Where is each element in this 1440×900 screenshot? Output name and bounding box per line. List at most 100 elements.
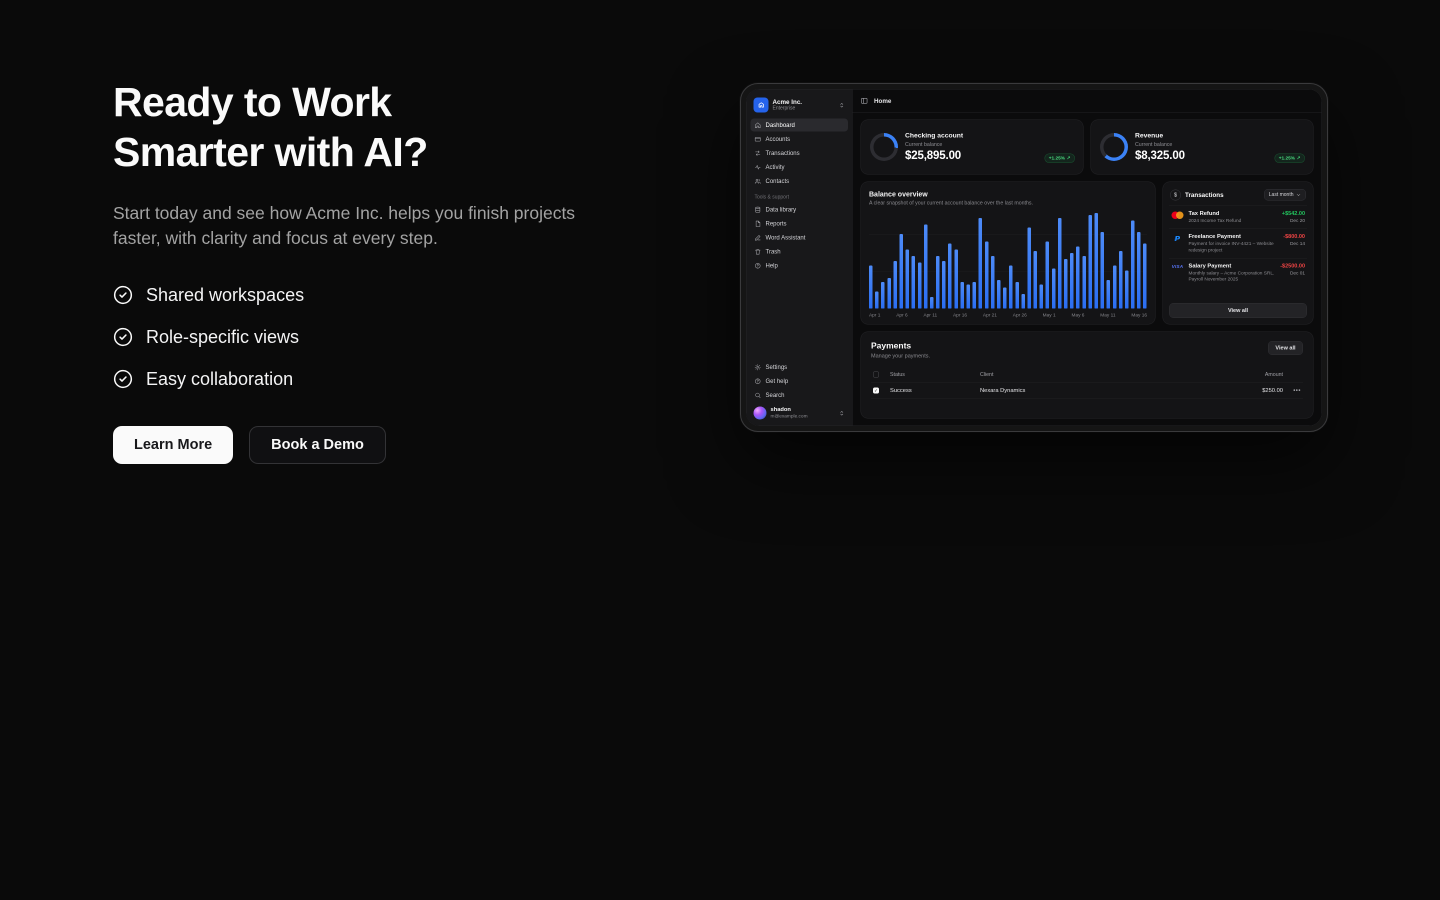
gear-icon xyxy=(755,364,762,371)
payments-title: Payments xyxy=(871,341,930,351)
user-menu[interactable]: shadon m@example.com xyxy=(751,403,849,421)
sidebar-item-accounts[interactable]: Accounts xyxy=(751,133,849,146)
payments-view-all-button[interactable]: View all xyxy=(1268,341,1303,355)
org-switcher[interactable]: Acme Inc. Enterprise xyxy=(751,95,849,119)
column-header-amount: Amount xyxy=(1228,372,1283,378)
payment-client: Nexara Dynamics xyxy=(980,388,1228,394)
card-title: Checking account xyxy=(905,132,963,140)
users-icon xyxy=(755,178,762,185)
chart-bar xyxy=(881,282,885,309)
transaction-row[interactable]: P Freelance Payment-$800.00 Payment for … xyxy=(1169,229,1307,258)
chart-bar xyxy=(1076,246,1080,308)
sidebar-item-label: Help xyxy=(766,262,778,269)
chart-bar xyxy=(1119,251,1123,308)
chart-bar xyxy=(1082,256,1086,309)
sidebar-item-dashboard[interactable]: Dashboard xyxy=(751,119,849,132)
chart-bar xyxy=(1101,232,1105,308)
chart-bar xyxy=(1015,282,1019,309)
sidebar-item-settings[interactable]: Settings xyxy=(751,361,849,374)
sidebar: Acme Inc. Enterprise Dashboard Accounts … xyxy=(747,90,853,426)
x-tick-label: Apr 11 xyxy=(923,313,937,319)
chart-bar xyxy=(960,282,964,309)
chart-bar xyxy=(979,218,983,309)
acme-logo-icon xyxy=(757,101,765,109)
trend-up-icon: ↗ xyxy=(1067,156,1071,162)
chart-bar xyxy=(893,261,897,309)
payment-amount: $250.00 xyxy=(1228,388,1283,394)
transaction-title: Salary Payment xyxy=(1189,263,1232,269)
sidebar-item-label: Reports xyxy=(766,220,787,227)
avatar xyxy=(754,407,767,420)
book-demo-button[interactable]: Book a Demo xyxy=(249,426,386,464)
sidebar-item-activity[interactable]: Activity xyxy=(751,161,849,174)
row-actions-menu[interactable]: ••• xyxy=(1283,387,1301,394)
chart-bar xyxy=(887,278,891,309)
chart-bar xyxy=(906,249,910,308)
sidebar-item-help[interactable]: Help xyxy=(751,259,849,272)
transaction-row[interactable]: VISA Salary Payment-$2500.00 Monthly sal… xyxy=(1169,258,1307,287)
chart-bar xyxy=(973,282,977,309)
sidebar-item-label: Trash xyxy=(766,248,781,255)
sidebar-toggle-icon[interactable] xyxy=(861,97,869,105)
chart-bar xyxy=(918,263,922,309)
transactions-view-all-button[interactable]: View all xyxy=(1169,303,1307,318)
sidebar-item-label: Contacts xyxy=(766,178,790,185)
sidebar-item-label: Settings xyxy=(766,364,788,371)
learn-more-button[interactable]: Learn More xyxy=(113,426,233,464)
payment-status: Success xyxy=(890,388,980,394)
x-tick-label: Apr 1 xyxy=(869,313,880,319)
sidebar-item-label: Word Assistant xyxy=(766,234,806,241)
x-tick-label: Apr 6 xyxy=(896,313,907,319)
trend-badge: +1.25%↗ xyxy=(1044,154,1075,164)
sidebar-item-trash[interactable]: Trash xyxy=(751,245,849,258)
row-checkbox[interactable]: ✓ xyxy=(873,388,879,394)
card-amount: $8,325.00 xyxy=(1135,148,1185,162)
chart-bar xyxy=(1070,253,1074,308)
transactions-icon: $ xyxy=(1170,189,1181,200)
checking-account-card: Checking account Current balance $25,895… xyxy=(861,120,1084,175)
feature-item-role-specific-views: Role-specific views xyxy=(113,327,653,348)
payment-row: ✓ Success Nexara Dynamics $250.00 ••• xyxy=(871,383,1303,400)
chart-bar xyxy=(1143,244,1147,309)
sidebar-spacer xyxy=(751,273,849,361)
x-tick-label: May 11 xyxy=(1100,313,1115,319)
question-circle-icon xyxy=(755,378,762,385)
hero-section: Ready to WorkSmarter with AI? Start toda… xyxy=(113,78,653,464)
column-header-status: Status xyxy=(890,372,980,378)
transaction-desc: 2024 Income Tax Refund xyxy=(1189,218,1242,224)
transaction-row[interactable]: Tax Refund+$542.00 2024 Income Tax Refun… xyxy=(1169,206,1307,229)
cta-row: Learn More Book a Demo xyxy=(113,426,653,464)
search-icon xyxy=(755,392,762,399)
chart-bar xyxy=(954,249,958,308)
sidebar-item-get-help[interactable]: Get help xyxy=(751,375,849,388)
revenue-donut-chart xyxy=(1100,133,1128,161)
check-circle-icon xyxy=(113,369,133,389)
chart-bar xyxy=(1064,259,1068,309)
sidebar-item-search[interactable]: Search xyxy=(751,389,849,402)
sidebar-item-transactions[interactable]: Transactions xyxy=(751,147,849,160)
chart-bar xyxy=(1040,285,1044,309)
feature-label: Easy collaboration xyxy=(146,369,293,390)
chart-bar xyxy=(1088,215,1092,309)
sidebar-item-word-assistant[interactable]: Word Assistant xyxy=(751,231,849,244)
transaction-desc: Payment for invoice INV-4421 – Website r… xyxy=(1189,241,1285,253)
feature-label: Role-specific views xyxy=(146,327,299,348)
sidebar-item-reports[interactable]: Reports xyxy=(751,217,849,230)
sidebar-item-label: Accounts xyxy=(766,136,791,143)
org-plan: Enterprise xyxy=(773,106,835,112)
x-tick-label: Apr 26 xyxy=(1013,313,1027,319)
app-viewport: Acme Inc. Enterprise Dashboard Accounts … xyxy=(746,89,1322,426)
trend-badge: +1.25%↗ xyxy=(1274,154,1305,164)
chart-title: Balance overview xyxy=(869,190,1147,198)
chart-bar xyxy=(948,244,952,309)
transaction-desc: Monthly salary – Acme Corporation SRL. P… xyxy=(1189,271,1285,283)
feature-label: Shared workspaces xyxy=(146,285,304,306)
chart-bar xyxy=(924,224,928,308)
sidebar-item-label: Transactions xyxy=(766,150,800,157)
chart-bar xyxy=(930,297,934,308)
dashboard-mockup-frame: Acme Inc. Enterprise Dashboard Accounts … xyxy=(740,83,1328,432)
transactions-filter-dropdown[interactable]: Last month xyxy=(1264,189,1306,201)
sidebar-item-data-library[interactable]: Data library xyxy=(751,203,849,216)
sidebar-item-contacts[interactable]: Contacts xyxy=(751,175,849,188)
select-all-checkbox[interactable] xyxy=(873,372,879,378)
